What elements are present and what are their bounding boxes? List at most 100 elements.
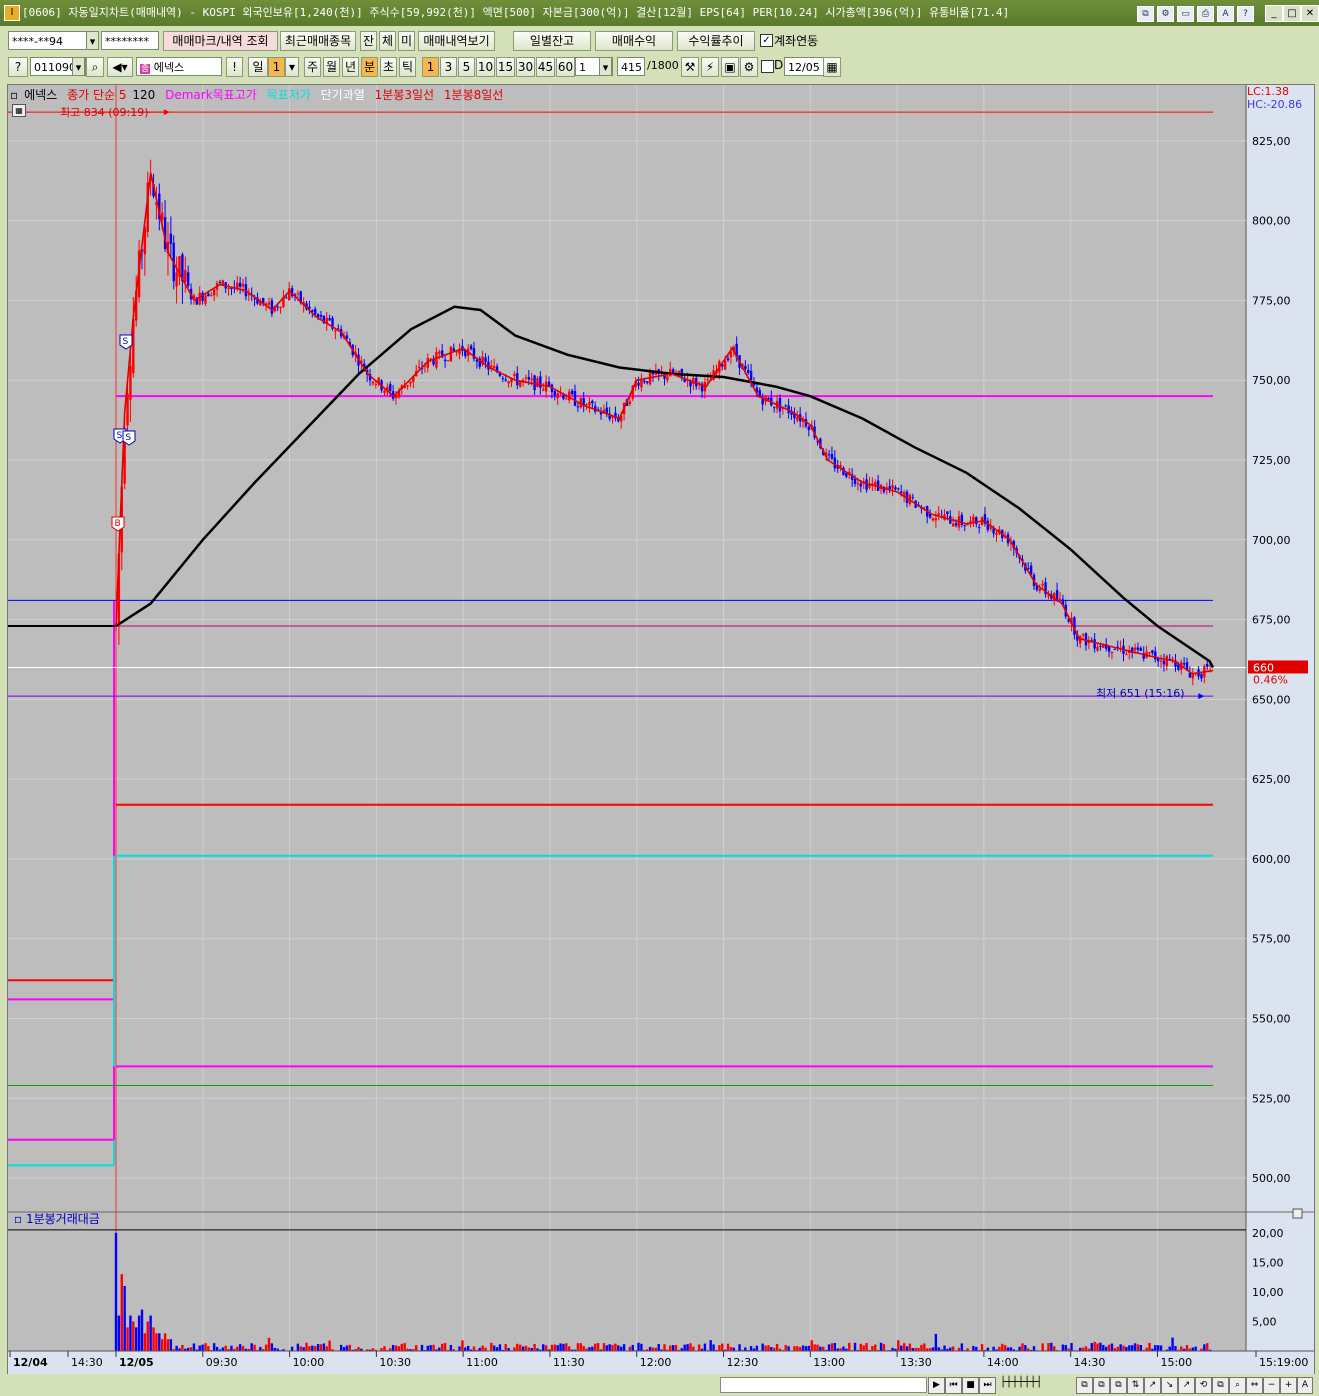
scroll-last-icon[interactable]: ⏭ — [979, 1377, 996, 1394]
period-day-button[interactable]: 일 — [248, 57, 268, 77]
font-icon[interactable]: A — [1217, 6, 1234, 22]
app-icon[interactable]: I — [4, 5, 20, 21]
tool-c-icon[interactable]: ⧉ — [1110, 1377, 1127, 1394]
tool-g-icon[interactable]: ↗ — [1178, 1377, 1195, 1394]
interval-button[interactable]: 1 — [422, 57, 439, 77]
volume-bar — [1061, 1344, 1065, 1351]
period-day-dropdown-icon[interactable]: ▾ — [285, 57, 299, 77]
zoom-in-icon[interactable]: + — [1280, 1377, 1297, 1394]
count-input[interactable]: 415 — [617, 57, 645, 76]
tool-i-icon[interactable]: ⧉ — [1212, 1377, 1229, 1394]
volume-bar — [744, 1347, 747, 1351]
search-icon[interactable]: ⌕ — [86, 57, 104, 77]
speaker-icon[interactable]: ◀▾ — [107, 57, 133, 77]
tool-e-icon[interactable]: ↗ — [1144, 1377, 1161, 1394]
period-button[interactable]: 틱 — [399, 57, 416, 77]
chart-area[interactable]: 825,00 800,00 775,00 750,00 725,00 700,00 675,… — [7, 84, 1315, 1376]
close-button[interactable]: ✕ — [1301, 5, 1319, 22]
calendar-icon[interactable]: ▦ — [823, 57, 841, 77]
help-icon[interactable]: ? — [1237, 6, 1254, 22]
tool-d-icon[interactable]: ⇅ — [1127, 1377, 1144, 1394]
legend-line3[interactable]: 1분봉3일선 — [375, 88, 434, 102]
interval-button[interactable]: 30 — [516, 57, 535, 77]
setting-icon[interactable]: ⚙ — [1157, 6, 1174, 22]
trade-mark-button[interactable]: 매매마크/내역 조회 — [163, 31, 278, 51]
code-dropdown-icon[interactable]: ▾ — [72, 57, 85, 76]
recent-trade-button[interactable]: 최근매매종목 — [280, 31, 356, 51]
candle-body — [749, 370, 753, 381]
interval-button[interactable]: 10 — [476, 57, 495, 77]
candle-body — [1206, 663, 1209, 667]
trade-history-button[interactable]: 매매내역보기 — [418, 31, 495, 51]
candle-body — [210, 295, 213, 297]
volume-bar — [648, 1346, 652, 1351]
volume-bar — [316, 1344, 320, 1351]
period-button[interactable]: 월 — [323, 57, 340, 77]
interval-dropdown-icon[interactable]: ▾ — [599, 57, 612, 76]
tool-f-icon[interactable]: ↘ — [1161, 1377, 1178, 1394]
xtick-label: 14:30 — [71, 1356, 103, 1369]
legend-line8[interactable]: 1분봉8일선 — [444, 88, 503, 102]
jan-button[interactable]: 잔 — [360, 31, 377, 51]
link-icon[interactable]: ⧉ — [1137, 6, 1154, 22]
volume-bar — [149, 1315, 152, 1351]
account-dropdown-icon[interactable]: ▾ — [86, 31, 99, 50]
date-input[interactable]: 12/05 — [784, 57, 826, 76]
zoom-out-icon[interactable]: − — [1263, 1377, 1280, 1394]
scroll-first-icon[interactable]: ⏮ — [945, 1377, 962, 1394]
legend-demark[interactable]: Demark목표고가 — [165, 88, 257, 102]
date-checkbox[interactable] — [761, 60, 774, 73]
che-button[interactable]: 체 — [379, 31, 396, 51]
period-day-value[interactable]: 1 — [268, 57, 285, 77]
candles — [114, 159, 1212, 686]
period-button[interactable]: 주 — [304, 57, 321, 77]
period-button[interactable]: 초 — [380, 57, 397, 77]
period-button[interactable]: 년 — [342, 57, 359, 77]
legend-short-overheat[interactable]: 단기과열 — [321, 88, 365, 102]
return-trend-button[interactable]: 수익률추이 — [677, 31, 755, 51]
volume-bar — [1064, 1344, 1067, 1351]
tool-b-icon[interactable]: ⧉ — [1093, 1377, 1110, 1394]
gear-icon[interactable]: ⚙ — [740, 57, 758, 77]
trade-profit-button[interactable]: 매매수익 — [595, 31, 673, 51]
save-icon[interactable]: ▣ — [721, 57, 739, 77]
scroll-left-icon[interactable]: ▶ — [928, 1377, 945, 1394]
tool-icon[interactable]: ⚒ — [681, 57, 699, 77]
legend-stock[interactable]: 에넥스 — [24, 88, 57, 102]
tool-a-icon[interactable]: ⧉ — [1076, 1377, 1093, 1394]
password-field[interactable]: ******** — [101, 31, 159, 50]
text-icon[interactable]: A — [1297, 1377, 1313, 1394]
interval-button[interactable]: 45 — [536, 57, 555, 77]
volume-bar — [1171, 1337, 1174, 1351]
sell-marker-icon-label: S — [117, 431, 123, 441]
interval-button[interactable]: 15 — [496, 57, 515, 77]
scrollbar[interactable] — [720, 1377, 927, 1393]
period-button[interactable]: 분 — [361, 57, 378, 77]
indicator-icon[interactable]: ⚡ — [701, 57, 719, 77]
screen-icon[interactable]: ▭ — [1177, 6, 1194, 22]
tool-h-icon[interactable]: ⟲ — [1195, 1377, 1212, 1394]
legend-ma5[interactable]: 종가 단순 5 — [67, 88, 126, 102]
account-link-checkbox[interactable]: ✓ — [760, 34, 773, 47]
interval-button[interactable]: 60 — [556, 57, 575, 77]
volume-bar — [833, 1342, 837, 1351]
alert-button[interactable]: ! — [226, 57, 243, 77]
zoom-icon[interactable]: ⌕ — [1229, 1377, 1246, 1394]
interval-button[interactable]: 5 — [458, 57, 475, 77]
mi-button[interactable]: 미 — [398, 31, 415, 51]
scroll-icon[interactable]: ⇔ — [1246, 1377, 1263, 1394]
stop-icon[interactable]: ■ — [962, 1377, 979, 1394]
daily-balance-button[interactable]: 일별잔고 — [513, 31, 591, 51]
interval-button[interactable]: 3 — [440, 57, 457, 77]
minimize-button[interactable]: _ — [1265, 5, 1283, 22]
print-icon[interactable]: ⎙ — [1197, 6, 1214, 22]
legend-ma120[interactable]: 120 — [132, 88, 155, 102]
code-search-icon[interactable]: ? — [8, 57, 28, 77]
price-chart[interactable]: 825,00 800,00 775,00 750,00 725,00 700,00 675,… — [8, 85, 1314, 1375]
account-select[interactable]: ****-**94 — [8, 31, 98, 50]
maximize-button[interactable]: □ — [1283, 5, 1301, 22]
grid-settings-icon[interactable]: ▦ — [12, 104, 26, 117]
stock-name-field[interactable]: 종 에넥스 — [136, 57, 222, 76]
zoom-slider[interactable]: ├┼┼┼┼┼┤ — [1000, 1377, 1070, 1392]
legend-target-low[interactable]: 목표저가 — [267, 88, 311, 102]
